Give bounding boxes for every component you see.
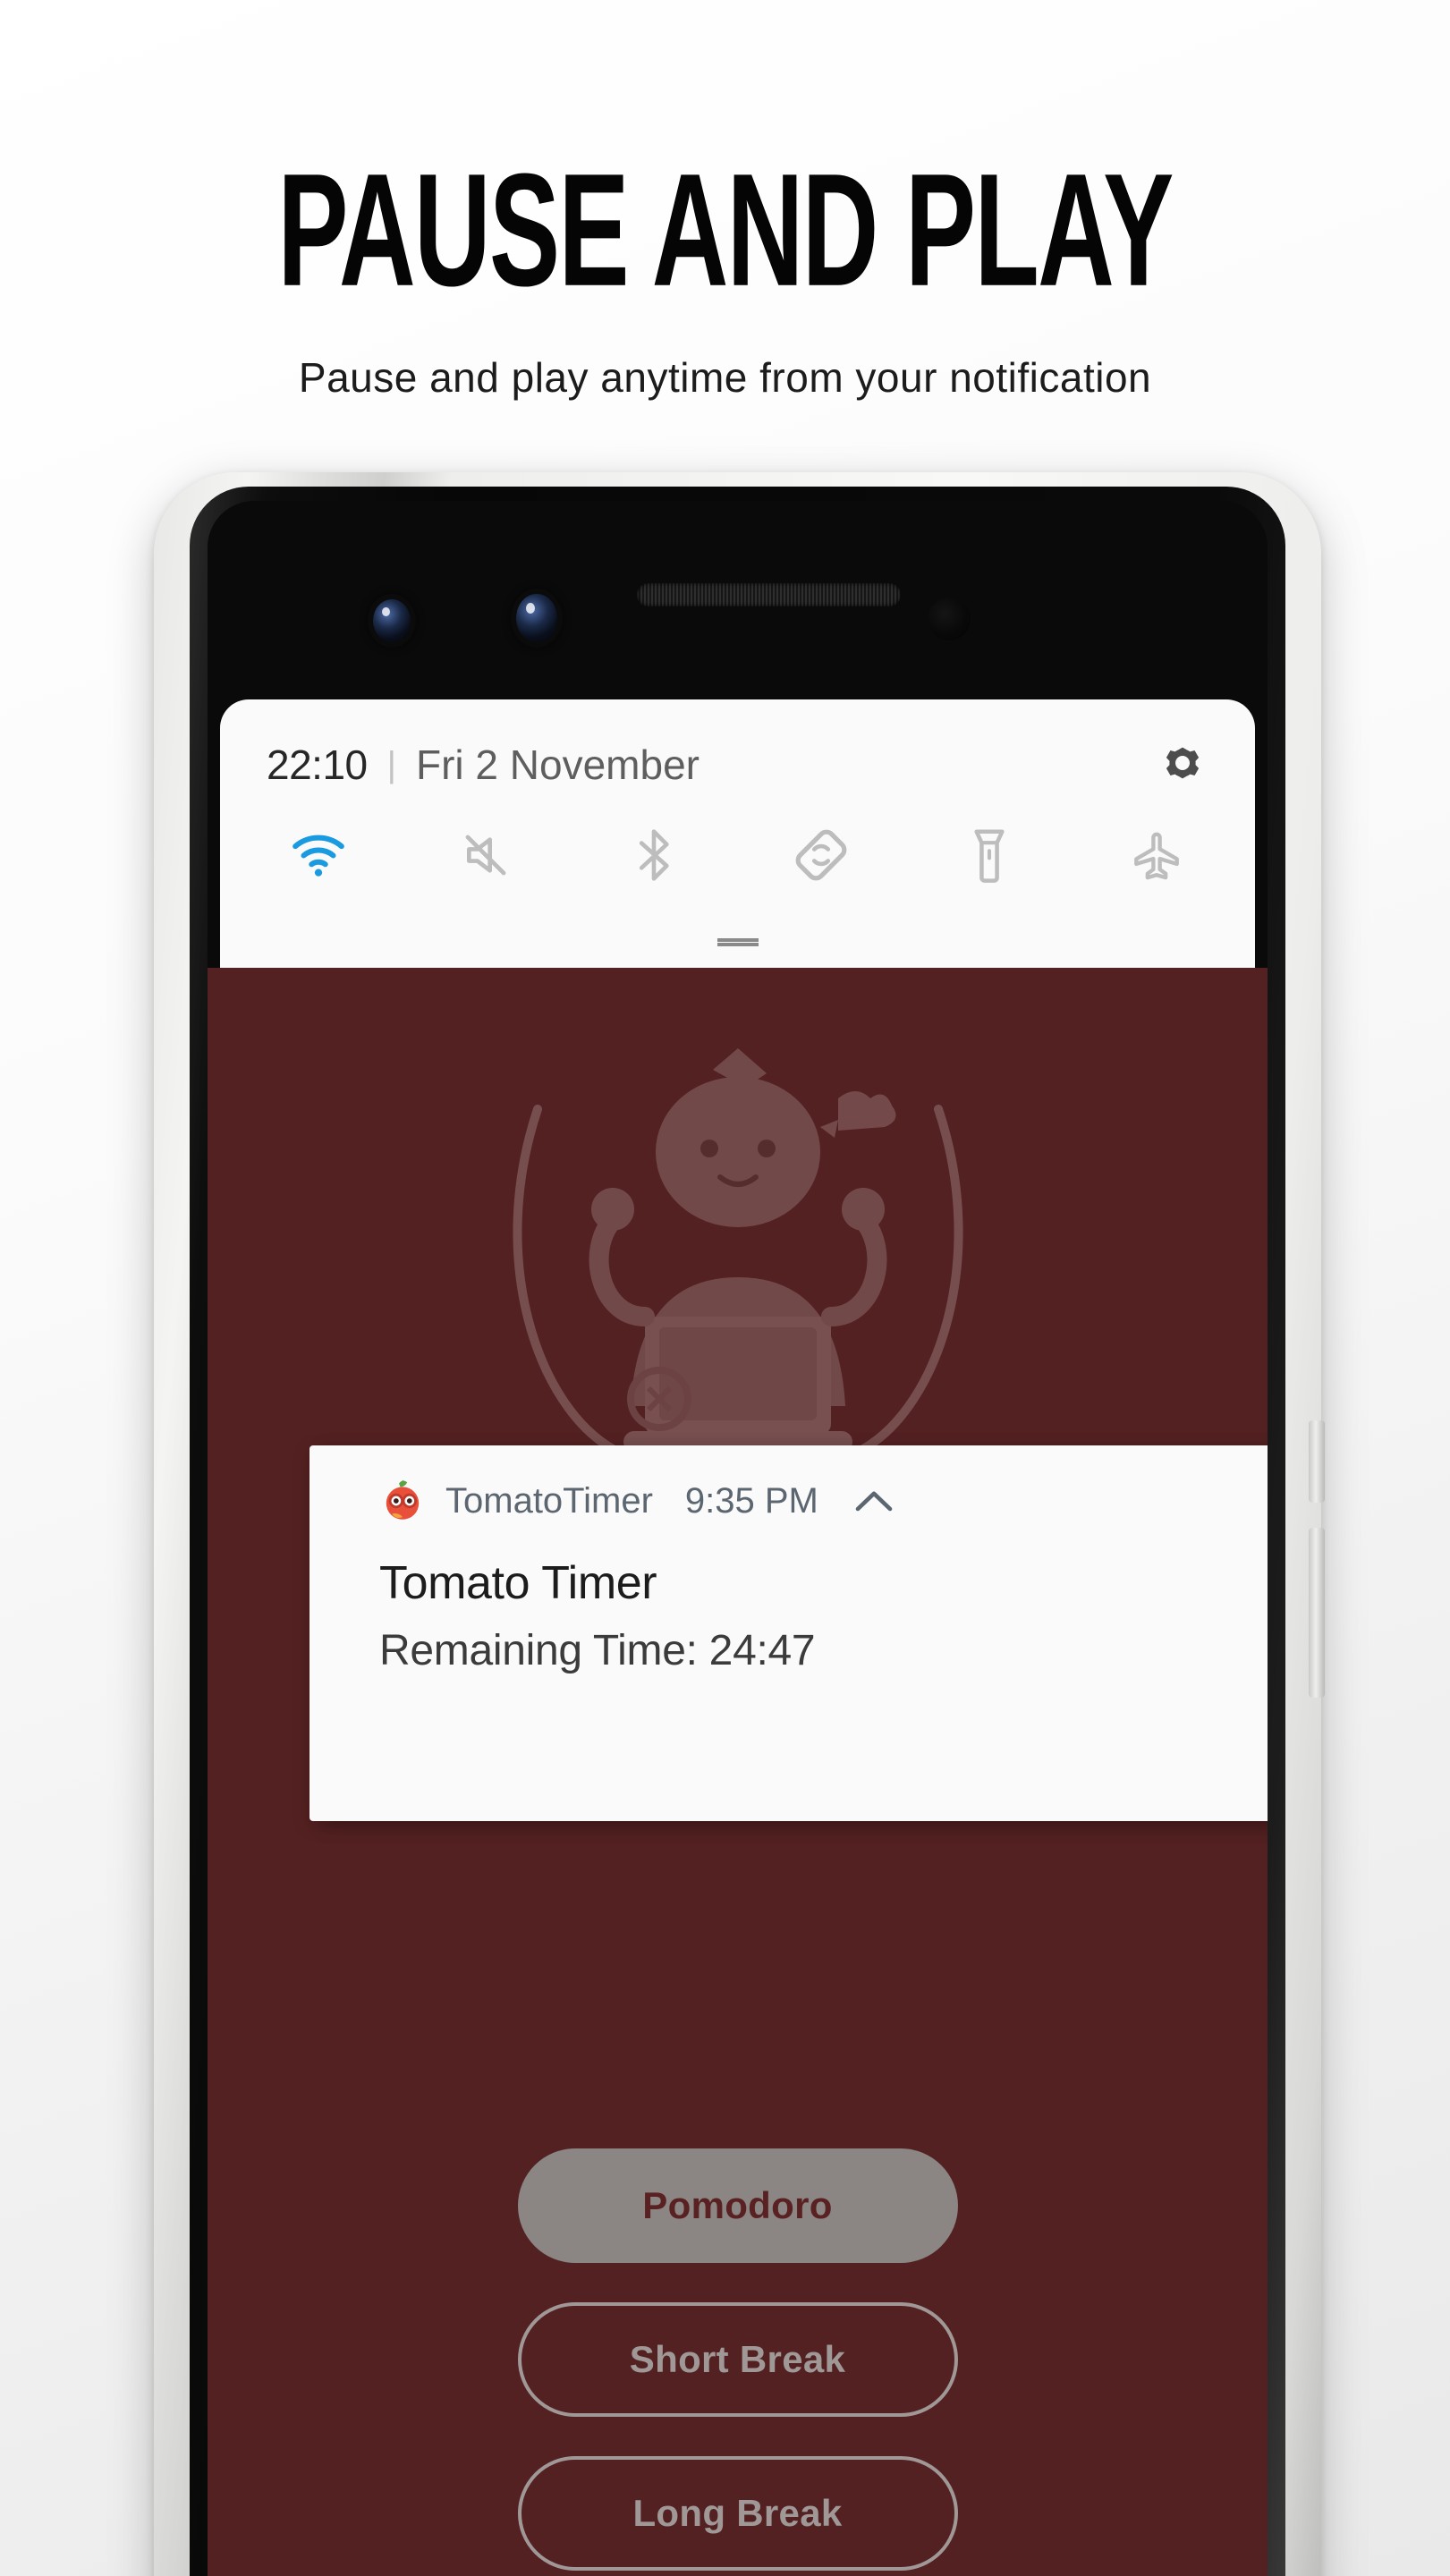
phone-screen: 24:56 [208, 501, 1268, 2576]
status-date: Fri 2 November [416, 741, 700, 788]
quick-toggle-bluetooth[interactable] [600, 814, 708, 896]
tomato-icon [386, 1479, 420, 1520]
phone-frame: 24:56 [154, 472, 1325, 2576]
notification-app-name: TomatoTimer [445, 1480, 653, 1521]
settings-button[interactable] [1157, 737, 1208, 793]
mode-buttons: Pomodoro Short Break Long Break Loop [208, 2148, 1268, 2576]
mascot-illustration [512, 1048, 963, 1453]
shade-drag-handle[interactable] [717, 938, 759, 946]
quick-toggle-airplane-mode[interactable] [1103, 814, 1210, 896]
volume-mute-icon [465, 835, 506, 876]
phone-side-button-power[interactable] [1309, 1420, 1325, 1503]
page-title: PAUSE AND PLAY [277, 140, 1174, 320]
status-time: 22:10 [267, 741, 368, 788]
notification-card[interactable]: TomatoTimer 9:35 PM Tomato Timer Remaini… [310, 1445, 1268, 1821]
airplane-icon [1134, 832, 1179, 880]
bluetooth-icon [639, 829, 669, 881]
earpiece-speaker [637, 583, 901, 606]
notification-body: Remaining Time: 24:47 [379, 1627, 816, 1674]
quick-toggle-auto-rotate[interactable] [767, 814, 875, 896]
phone-bezel: 24:56 [190, 487, 1285, 2576]
mode-button-short-break[interactable]: Short Break [517, 2302, 958, 2417]
quick-toggle-sound-off[interactable] [432, 814, 539, 896]
quick-toggle-wifi[interactable] [265, 814, 372, 896]
app-store-screenshot: PAUSE AND PLAY Pause and play anytime fr… [0, 0, 1450, 2576]
mode-button-pomodoro[interactable]: Pomodoro [517, 2148, 958, 2263]
status-separator: | [386, 744, 397, 784]
front-camera-icon [373, 599, 411, 642]
chevron-up-icon [855, 1491, 893, 1512]
phone-side-button-volume[interactable] [1309, 1528, 1325, 1698]
notification-time: 9:35 PM [684, 1480, 818, 1521]
wifi-icon [293, 835, 344, 877]
mode-button-long-break[interactable]: Long Break [517, 2456, 958, 2571]
notification-collapse-button[interactable] [854, 1487, 894, 1514]
gear-icon [1166, 747, 1200, 778]
notification-title: Tomato Timer [379, 1557, 657, 1609]
front-camera-secondary-icon [516, 594, 557, 642]
quick-toggle-flashlight[interactable] [936, 814, 1043, 896]
proximity-sensor-icon [928, 597, 971, 640]
quick-settings-row [220, 796, 1255, 896]
notification-header: TomatoTimer 9:35 PM [310, 1445, 1268, 1524]
phone-mockup: 24:56 [134, 472, 1325, 2576]
flashlight-icon [973, 829, 1005, 883]
page-subtitle: Pause and play anytime from your notific… [298, 354, 1152, 401]
notification-shade: 22:10 | Fri 2 November [220, 699, 1255, 968]
shade-status-bar: 22:10 | Fri 2 November [220, 699, 1255, 796]
auto-rotate-icon [795, 829, 847, 881]
